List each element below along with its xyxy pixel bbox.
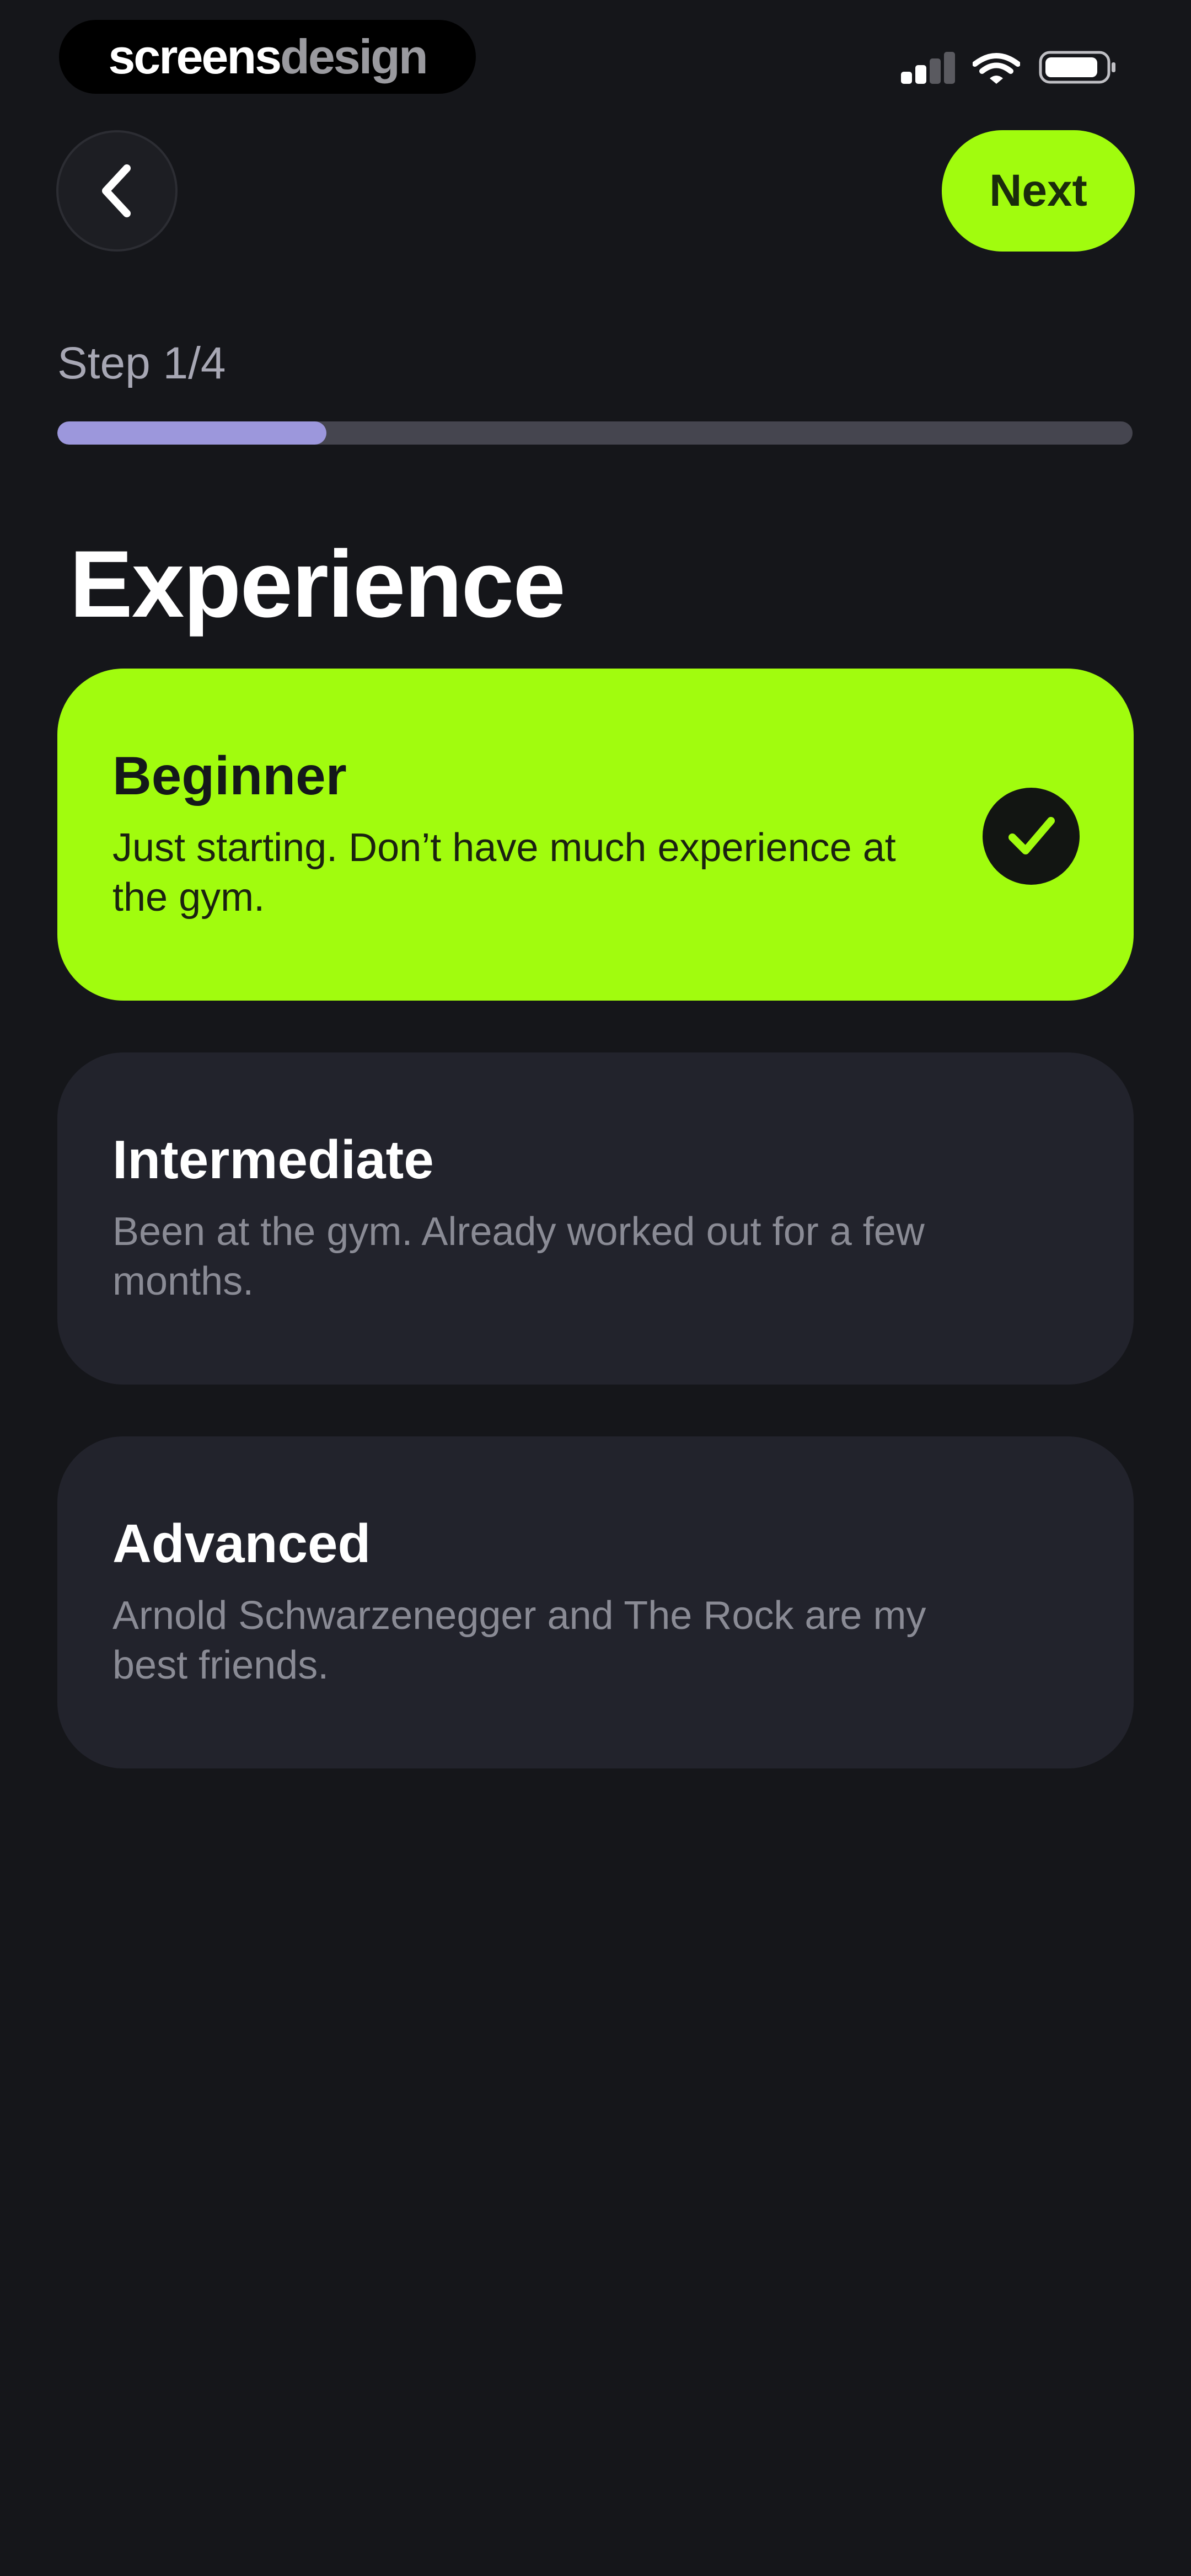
back-button[interactable] xyxy=(56,130,178,252)
option-title: Advanced xyxy=(112,1513,371,1574)
option-title: Intermediate xyxy=(112,1129,434,1190)
option-description: Arnold Schwarzenegger and The Rock are m… xyxy=(112,1594,926,1687)
progress-fill xyxy=(57,421,326,445)
screen: screens design Next Step 1/4 Experience B… xyxy=(0,0,1191,2576)
step-label: Step 1/4 xyxy=(57,338,226,388)
cellular-signal-icon xyxy=(901,51,956,84)
logo-word-screens: screens xyxy=(108,29,282,84)
screensdesign-logo: screens design xyxy=(59,20,476,94)
option-card-intermediate[interactable]: Intermediate Been at the gym. Already wo… xyxy=(57,1052,1134,1385)
logo-word-design: design xyxy=(280,29,428,84)
option-card-advanced[interactable]: Advanced Arnold Schwarzenegger and The R… xyxy=(57,1436,1134,1768)
checkmark-icon xyxy=(983,788,1080,885)
chevron-left-icon xyxy=(102,164,131,217)
battery-icon xyxy=(1039,51,1115,84)
option-title: Beginner xyxy=(112,745,347,806)
page-title: Experience xyxy=(69,531,566,637)
next-button[interactable]: Next xyxy=(942,130,1135,252)
option-card-beginner[interactable]: Beginner Just starting. Don’t have much … xyxy=(57,669,1134,1001)
option-description: Just starting. Don’t have much experienc… xyxy=(112,826,896,920)
progress-bar xyxy=(57,421,1133,445)
option-description: Been at the gym. Already worked out for … xyxy=(112,1210,925,1303)
wifi-icon xyxy=(973,53,1020,84)
